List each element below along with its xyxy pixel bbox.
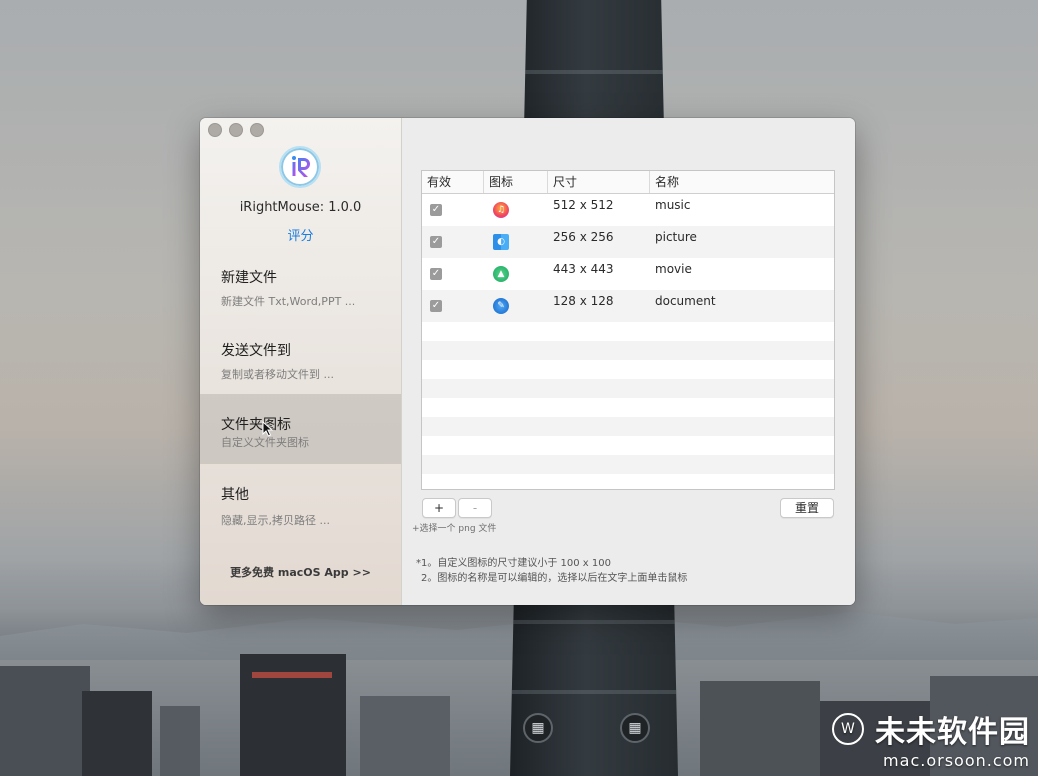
empty-row (422, 341, 834, 360)
remove-icon-button[interactable]: - (458, 498, 492, 518)
empty-row (422, 398, 834, 417)
desktop-grid-icon[interactable]: ▦ (620, 713, 650, 743)
size-cell: 128 x 128 (553, 294, 614, 308)
sidebar-item-folder-icon[interactable]: 文件夹图标 自定义文件夹图标 (200, 394, 401, 464)
reset-button[interactable]: 重置 (780, 498, 834, 518)
column-header-enabled[interactable]: 有效 (422, 171, 484, 193)
column-header-name[interactable]: 名称 (650, 171, 834, 193)
usage-notes: *1。自定义图标的尺寸建议小于 100 x 100 2。图标的名称是可以编辑的，… (416, 556, 687, 586)
app-name-version: iRightMouse: 1.0.0 (239, 200, 362, 215)
sidebar-item-title: 新建文件 (221, 270, 277, 286)
size-cell: 512 x 512 (553, 198, 614, 212)
empty-row (422, 379, 834, 398)
watermark-url: mac.orsoon.com (883, 751, 1030, 770)
main-panel: 有效 图标 尺寸 名称 ✓ ♫ 512 x 512 music ✓ ◐ 256 … (402, 118, 855, 605)
watermark: W 未未软件园 mac.orsoon.com (831, 707, 1030, 770)
mouse-cursor-icon (262, 421, 273, 437)
table-row[interactable]: ✓ ▲ 443 x 443 movie (422, 258, 834, 290)
size-cell: 443 x 443 (553, 262, 614, 276)
note-line: 2。图标的名称是可以编辑的，选择以后在文字上面单击鼠标 (421, 573, 688, 584)
add-icon-button[interactable]: + (422, 498, 456, 518)
picture-icon: ◐ (493, 234, 509, 250)
name-cell[interactable]: picture (650, 226, 834, 258)
column-header-icon[interactable]: 图标 (484, 171, 548, 193)
enabled-checkbox[interactable]: ✓ (430, 236, 442, 248)
sidebar-item-title: 其他 (221, 487, 249, 503)
empty-row (422, 417, 834, 436)
empty-row (422, 436, 834, 455)
sidebar-item-title: 文件夹图标 (221, 417, 291, 433)
music-icon: ♫ (493, 202, 509, 218)
app-logo-icon (279, 146, 321, 188)
note-line: *1。自定义图标的尺寸建议小于 100 x 100 (416, 558, 611, 569)
movie-icon: ▲ (493, 266, 509, 282)
name-cell[interactable]: movie (650, 258, 834, 290)
table-header: 有效 图标 尺寸 名称 (422, 171, 834, 194)
sidebar-item-subtitle: 复制或者移动文件到 ... (221, 368, 334, 381)
more-apps-link[interactable]: 更多免费 macOS App >> (200, 564, 401, 580)
sidebar-item-subtitle: 新建文件 Txt,Word,PPT ... (221, 295, 356, 308)
enabled-checkbox[interactable]: ✓ (430, 204, 442, 216)
close-window-button[interactable] (208, 123, 222, 137)
document-icon: ✎ (493, 298, 509, 314)
name-cell[interactable]: document (650, 290, 834, 322)
enabled-checkbox[interactable]: ✓ (430, 268, 442, 280)
app-window: iRightMouse: 1.0.0 评分 新建文件 新建文件 Txt,Word… (200, 118, 855, 605)
enabled-checkbox[interactable]: ✓ (430, 300, 442, 312)
sidebar-item-other[interactable]: 其他 隐藏,显示,拷贝路径 ... (200, 470, 401, 540)
empty-row (422, 360, 834, 379)
sidebar: iRightMouse: 1.0.0 评分 新建文件 新建文件 Txt,Word… (200, 118, 402, 605)
sidebar-item-send-to[interactable]: 发送文件到 复制或者移动文件到 ... (200, 328, 401, 398)
size-cell: 256 x 256 (553, 230, 614, 244)
desktop-grid-icon[interactable]: ▦ (523, 713, 553, 743)
sidebar-item-new-file[interactable]: 新建文件 新建文件 Txt,Word,PPT ... (200, 255, 401, 325)
watermark-logo-icon: W (831, 713, 864, 745)
column-header-size[interactable]: 尺寸 (548, 171, 650, 193)
watermark-name: 未未软件园 (875, 715, 1030, 750)
window-controls (208, 123, 264, 137)
zoom-window-button[interactable] (250, 123, 264, 137)
table-row[interactable]: ✓ ✎ 128 x 128 document (422, 290, 834, 322)
sidebar-item-subtitle: 隐藏,显示,拷贝路径 ... (221, 514, 330, 527)
sidebar-item-title: 发送文件到 (221, 343, 291, 359)
icon-table: 有效 图标 尺寸 名称 ✓ ♫ 512 x 512 music ✓ ◐ 256 … (421, 170, 835, 490)
name-cell[interactable]: music (650, 194, 834, 226)
rate-link[interactable]: 评分 (200, 225, 401, 244)
empty-row (422, 455, 834, 474)
table-row[interactable]: ✓ ♫ 512 x 512 music (422, 194, 834, 226)
table-row[interactable]: ✓ ◐ 256 x 256 picture (422, 226, 834, 258)
add-hint: +选择一个 png 文件 (412, 524, 497, 534)
minimize-window-button[interactable] (229, 123, 243, 137)
empty-row (422, 322, 834, 341)
